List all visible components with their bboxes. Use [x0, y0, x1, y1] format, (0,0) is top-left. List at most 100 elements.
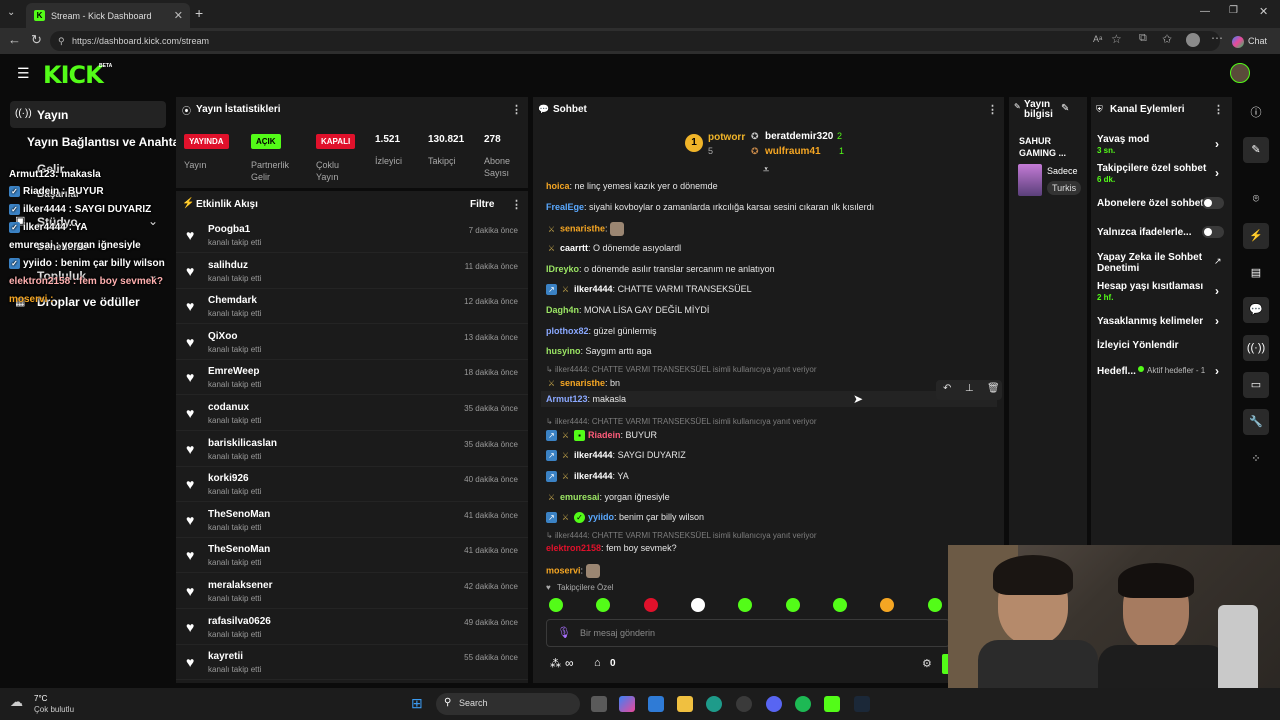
close-window-icon[interactable]: ✕: [1259, 5, 1268, 18]
copilot-taskbar-icon[interactable]: [619, 696, 635, 712]
store-taskbar-icon[interactable]: [648, 696, 664, 712]
steam-icon[interactable]: [854, 696, 870, 712]
more-options-icon[interactable]: ⋯: [1211, 31, 1223, 45]
taskbar-search[interactable]: ⚲ Search: [436, 693, 580, 715]
close-tab-icon[interactable]: ✕: [174, 9, 183, 22]
chat-username[interactable]: senaristhe: [560, 378, 605, 388]
emote-icon[interactable]: [691, 598, 705, 612]
pencil-icon[interactable]: ✎: [1243, 137, 1269, 163]
channel-actions-menu-icon[interactable]: ⋮: [1213, 103, 1224, 116]
emotes-only-item[interactable]: Yalnızca ifadelerle...: [1097, 227, 1192, 238]
chat-username[interactable]: ilker4444: [574, 284, 613, 294]
activity-row[interactable]: ♥ kayretii kanalı takip etti 55 dakika önce: [176, 645, 528, 681]
activity-username[interactable]: korki926: [208, 473, 249, 484]
microphone-icon[interactable]: 🎙: [557, 626, 571, 639]
sidebar-item-stream-key[interactable]: Yayın Bağlantısı ve Anahtarı: [27, 135, 187, 149]
emotes-only-toggle[interactable]: [1202, 226, 1224, 238]
user-avatar[interactable]: [1230, 63, 1250, 83]
chat-message[interactable]: husyino: Saygım arttı aga: [546, 346, 652, 356]
chat-username[interactable]: elektron2158: [546, 543, 601, 553]
emote-icon[interactable]: [928, 598, 942, 612]
activity-row[interactable]: ♥ meralaksener kanalı takip etti 42 dakika …: [176, 574, 528, 609]
chat-message[interactable]: ⚔ senaristhe:: [546, 222, 625, 236]
subscribers-only-toggle[interactable]: [1202, 197, 1224, 209]
emote-icon[interactable]: [786, 598, 800, 612]
channel-points-icon[interactable]: ⁂: [550, 657, 561, 670]
emote-icon[interactable]: [549, 598, 563, 612]
lightning-rail-icon[interactable]: ⚡: [1243, 223, 1269, 249]
activity-username[interactable]: salihduz: [208, 260, 248, 271]
pin-icon[interactable]: ⊥: [965, 383, 974, 394]
banned-words-item[interactable]: Yasaklanmış kelimeler: [1097, 316, 1203, 327]
leader-third-name[interactable]: wulfraum41: [765, 146, 821, 157]
chat-username[interactable]: ilker4444: [574, 471, 613, 481]
reply-icon[interactable]: ↶: [943, 383, 951, 394]
activity-username[interactable]: TheSenoMan: [208, 509, 270, 520]
chat-message[interactable]: FrealEge: siyahi kovboylar o zamanlarda …: [546, 202, 874, 212]
chevron-right-icon[interactable]: ›: [1215, 137, 1219, 151]
chat-message[interactable]: ↗ ⚔ ilker4444: SAYGI DUYARIZ: [546, 450, 686, 462]
leader-second-name[interactable]: beratdemir320: [765, 131, 833, 142]
chat-username[interactable]: Riadein: [588, 430, 621, 440]
emote-icon[interactable]: [880, 598, 894, 612]
chat-message[interactable]: ⚔ emuresai: yorgan iğnesiyle: [546, 492, 670, 503]
chat-input[interactable]: 🎙 Bir mesaj gönderin: [546, 619, 950, 647]
emote-icon[interactable]: [738, 598, 752, 612]
apps-icon[interactable]: ⁘: [1243, 446, 1269, 472]
clock-app-icon[interactable]: [736, 696, 752, 712]
emote-icon[interactable]: [833, 598, 847, 612]
chat-message[interactable]: hoica: ne linç yemesi kazık yer o dönemd…: [546, 181, 718, 191]
chat-message[interactable]: ↗ ⚔ ✓ yyiido: benim çar billy wilson: [546, 512, 704, 524]
activity-username[interactable]: TheSenoMan: [208, 544, 270, 555]
minimize-icon[interactable]: —: [1200, 6, 1210, 17]
camera-icon[interactable]: ⌾: [1243, 186, 1269, 212]
goals-item[interactable]: Hedefl...: [1097, 366, 1136, 377]
chat-rail-icon[interactable]: 💬: [1243, 297, 1269, 323]
chat-username[interactable]: moservi: [546, 565, 581, 575]
edge-icon[interactable]: [706, 696, 722, 712]
external-link-icon[interactable]: ↗: [1214, 256, 1222, 267]
chat-message[interactable]: Armut123: makasla: [541, 391, 997, 407]
kick-taskbar-icon[interactable]: [824, 696, 840, 712]
hamburger-menu-icon[interactable]: ☰: [17, 65, 30, 82]
activity-row[interactable]: ♥ TheSenoMan kanalı takip etti 41 dakika ön…: [176, 538, 528, 574]
chat-message[interactable]: elektron2158: fem boy sevmek?: [546, 543, 677, 553]
activity-row[interactable]: ♥ EmreWeep kanalı takip etti 18 dakika önce: [176, 360, 528, 396]
activity-username[interactable]: Poogba1: [208, 224, 250, 235]
chat-username[interactable]: plothox82: [546, 326, 589, 336]
chevron-down-icon[interactable]: ⌄: [148, 214, 158, 228]
extensions-icon[interactable]: ⧉: [1139, 32, 1147, 45]
activity-row[interactable]: ♥ rafasilva0626 kanalı takip etti 49 dakika…: [176, 610, 528, 645]
file-explorer-icon[interactable]: [677, 696, 693, 712]
chat-username[interactable]: IDreyko: [546, 264, 579, 274]
broadcast-rail-icon[interactable]: ((·)): [1243, 335, 1269, 361]
read-aloud-icon[interactable]: Aᵃ: [1093, 34, 1102, 44]
document-icon[interactable]: ▤: [1243, 260, 1269, 286]
chevron-right-icon[interactable]: ›: [1215, 314, 1219, 328]
task-view-icon[interactable]: [591, 696, 607, 712]
chat-username[interactable]: yyiido: [588, 512, 614, 522]
activity-row[interactable]: ♥ Poogba1 kanalı takip etti 7 dakika önce: [176, 218, 528, 253]
activity-row[interactable]: ♥ QiXoo kanalı takip etti 13 dakika önce: [176, 325, 528, 360]
activity-row[interactable]: ♥ bariskilicaslan kanalı takip etti 35 daki…: [176, 432, 528, 467]
store-icon[interactable]: ⌂: [594, 657, 601, 669]
sidebar-item-yayin[interactable]: Yayın: [37, 108, 68, 122]
back-icon[interactable]: ←: [8, 32, 21, 47]
refresh-icon[interactable]: ↻: [31, 32, 42, 48]
activity-username[interactable]: Chemdark: [208, 295, 257, 306]
chat-message[interactable]: ↗ ⚔ ilker4444: CHATTE VARMI TRANSEKSÜEL: [546, 284, 752, 296]
activity-username[interactable]: meralaksener: [208, 580, 273, 591]
activity-row[interactable]: ♥ codanux kanalı takip etti 35 dakika önce: [176, 396, 528, 431]
activity-row[interactable]: ♥ TheSenoMan kanalı takip etti 41 dakika ön…: [176, 503, 528, 538]
wrench-icon[interactable]: 🔧: [1243, 409, 1269, 435]
chat-username[interactable]: ilker4444: [574, 450, 613, 460]
chat-message[interactable]: plothox82: güzel günlermiş: [546, 326, 657, 336]
host-viewers-item[interactable]: İzleyici Yönlendir: [1097, 340, 1179, 351]
chat-message[interactable]: ⚔ senaristhe: bn: [546, 378, 620, 389]
chat-message[interactable]: ↗ ⚔ ilker4444: YA: [546, 471, 629, 483]
chat-menu-icon[interactable]: ⋮: [987, 103, 998, 116]
tv-icon[interactable]: ▭: [1243, 372, 1269, 398]
edit-icon[interactable]: ✎: [1061, 103, 1069, 114]
discord-icon[interactable]: [766, 696, 782, 712]
leader-top-name[interactable]: potworr: [708, 132, 745, 143]
